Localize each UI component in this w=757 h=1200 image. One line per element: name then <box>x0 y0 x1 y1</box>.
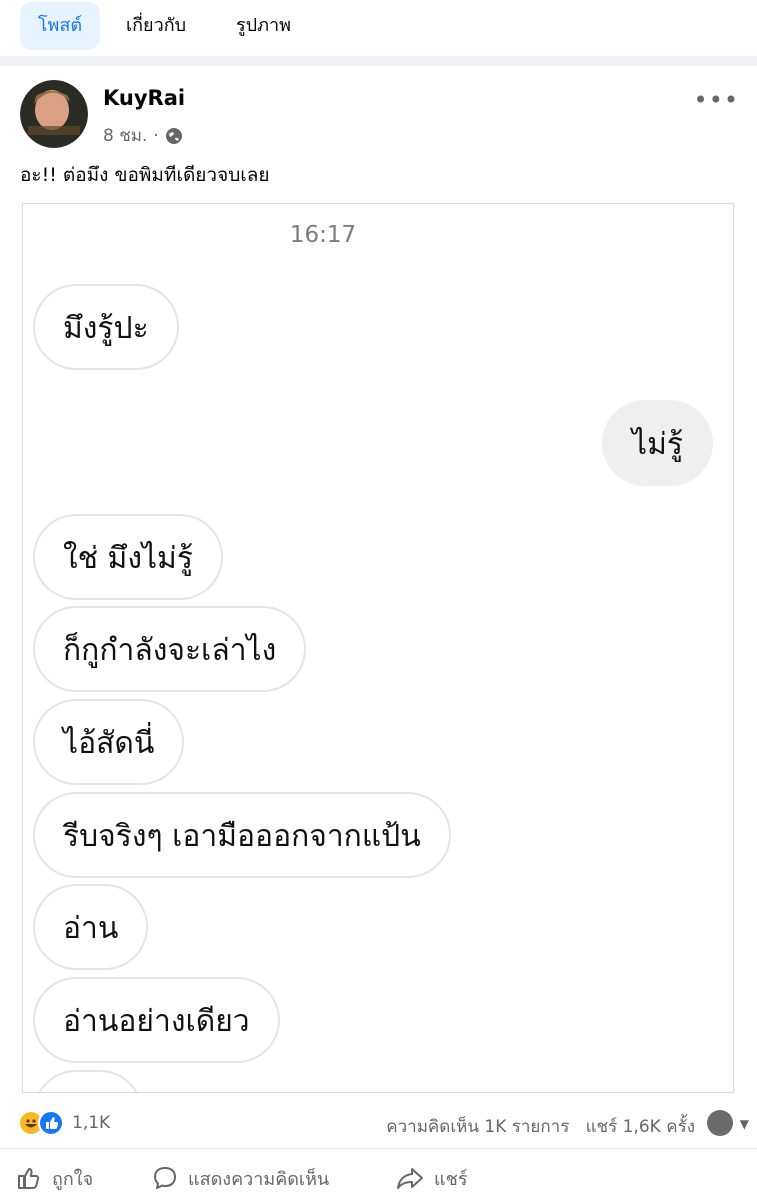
share-label: แชร์ <box>434 1168 468 1190</box>
caret-down-icon[interactable]: ▼ <box>740 1117 749 1131</box>
meta-dot: · <box>153 125 159 146</box>
like-icon <box>38 1110 64 1136</box>
comment-label: แสดงความคิดเห็น <box>188 1168 330 1190</box>
post-time[interactable]: 8 ชม. <box>103 122 147 149</box>
comment-icon <box>154 1167 176 1189</box>
tab-about[interactable]: เกี่ยวกับ <box>126 2 186 50</box>
post-meta: 8 ชม. · <box>103 122 183 149</box>
chat-bubble-incoming: มึงรู้ปะ <box>33 284 179 370</box>
chat-bubble-incoming: ใช่ มึงไม่รู้ <box>33 514 223 600</box>
post-image-chat[interactable]: 16:17 มึงรู้ปะ ไม่รู้ ใช่ มึงไม่รู้ ก็กู… <box>22 203 734 1093</box>
viewer-avatar[interactable] <box>707 1110 733 1136</box>
thumbs-up-icon <box>18 1168 40 1189</box>
like-button[interactable]: ถูกใจ <box>16 1160 93 1196</box>
globe-icon <box>165 127 182 144</box>
chat-bubble-incoming: อ่าน <box>33 884 149 970</box>
chat-bubble-partial <box>33 1070 143 1092</box>
like-label: ถูกใจ <box>52 1168 94 1190</box>
tab-photos[interactable]: รูปภาพ <box>236 2 291 50</box>
chat-bubble-outgoing: ไม่รู้ <box>602 400 713 486</box>
share-icon <box>397 1168 423 1189</box>
chat-bubble-incoming: ก็กูกำลังจะเล่าไง <box>33 606 307 692</box>
post-stats: ความคิดเห็น 1K รายการ แชร์ 1,6K ครั้ง <box>386 1113 695 1140</box>
post-caption: อะ!! ต่อมึง ขอพิมทีเดียวจบเลย <box>20 164 270 186</box>
more-options-icon[interactable]: ••• <box>694 86 739 114</box>
avatar[interactable] <box>20 80 88 148</box>
comment-count[interactable]: ความคิดเห็น 1K รายการ <box>386 1117 569 1137</box>
profile-tabs: โพสต์ เกี่ยวกับ รูปภาพ <box>0 0 757 56</box>
reaction-summary[interactable]: 1,1K <box>18 1110 110 1136</box>
chat-bubble-incoming: ไอ้สัดนี่ <box>33 699 185 785</box>
chat-bubble-incoming: รีบจริงๆ เอามือออกจากแป้น <box>33 792 451 878</box>
chat-timestamp: 16:17 <box>289 222 357 248</box>
comment-button[interactable]: แสดงความคิดเห็น <box>152 1160 329 1196</box>
section-separator <box>0 56 757 66</box>
share-count[interactable]: แชร์ 1,6K ครั้ง <box>586 1117 695 1137</box>
chat-bubble-incoming: อ่านอย่างเดียว <box>33 977 280 1063</box>
reaction-count: 1,1K <box>72 1113 111 1133</box>
post-author[interactable]: KuyRai <box>103 86 185 110</box>
tab-posts[interactable]: โพสต์ <box>20 2 100 50</box>
divider <box>0 1148 757 1149</box>
share-button[interactable]: แชร์ <box>396 1160 468 1196</box>
